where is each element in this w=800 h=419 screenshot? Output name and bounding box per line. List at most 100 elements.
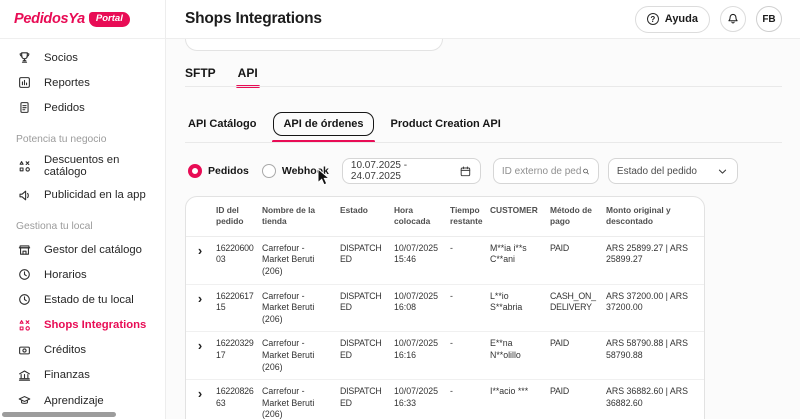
header-spacer [186, 197, 214, 236]
column-header-estado: Estado [338, 197, 392, 236]
sidebar-item-horarios[interactable]: Horarios [0, 262, 165, 287]
sidebar-item-label: Estado de tu local [44, 294, 134, 306]
cell-customer: M**ia i**s C**ani [488, 237, 548, 284]
storefront-icon [16, 242, 32, 258]
sidebar-item-finanzas[interactable]: Finanzas [0, 363, 165, 388]
expand-chevron-icon[interactable]: › [198, 244, 202, 257]
cell-placed: 10/07/2025 16:08 [392, 285, 448, 332]
cell-status: DISPATCHED [338, 285, 392, 332]
cell-customer: I**acio *** [488, 380, 548, 419]
subtabs-divider [185, 142, 782, 143]
help-button-label: Ayuda [665, 13, 698, 25]
sidebar-item-label: Publicidad en la app [44, 189, 146, 201]
cell-payment: PAID [548, 332, 604, 379]
cell-id: 1622061715 [214, 285, 260, 332]
sidebar-item-creditos[interactable]: Créditos [0, 338, 165, 363]
sidebar-item-label: Horarios [44, 269, 87, 281]
sidebar-item-aprendizaje[interactable]: Aprendizaje [0, 388, 165, 413]
app-window: PedidosYa Portal SociosReportesPedidosPo… [0, 0, 800, 419]
date-range-picker[interactable]: 10.07.2025 - 24.07.2025 [342, 158, 481, 184]
search-input[interactable] [502, 166, 582, 177]
graduation-cap-icon [16, 393, 32, 409]
column-header-nombre-de-la-tienda: Nombre de la tienda [260, 197, 338, 236]
sidebar-item-pedidos[interactable]: Pedidos [0, 95, 165, 120]
expand-chevron-icon[interactable]: › [198, 339, 202, 352]
sidebar-section-label: Potencia tu negocio [0, 121, 165, 150]
cell-customer: L**io S**abria [488, 285, 548, 332]
table-row[interactable]: ›1622032917Carrefour - Market Beruti (20… [186, 332, 704, 380]
cell-placed: 10/07/2025 16:33 [392, 380, 448, 419]
sidebar-item-descuentos-en-catalogo[interactable]: Descuentos en catálogo [0, 150, 165, 183]
column-header-metodo-de-pago: Método de pago [548, 197, 604, 236]
cell-store: Carrefour - Market Beruti (206) [260, 285, 338, 332]
expand-cell[interactable]: › [186, 380, 214, 419]
clock-icon [16, 267, 32, 283]
expand-cell[interactable]: › [186, 237, 214, 284]
sidebar-item-label: Aprendizaje [44, 395, 104, 407]
sidebar-item-reportes[interactable]: Reportes [0, 70, 165, 95]
table-row[interactable]: › 1622082663Carrefour - Market Beruti (20… [186, 380, 704, 419]
clock-icon [16, 292, 32, 308]
order-status-select-value: Estado del pedido [617, 166, 697, 177]
sidebar-item-publicidad-en-la-app[interactable]: Publicidad en la app [0, 183, 165, 208]
column-header-hora-colocada: Hora colocada [392, 197, 448, 236]
sidebar-item-label: Socios [44, 52, 78, 64]
cell-status: DISPATCHED [338, 332, 392, 379]
cell-id: 1622032917 [214, 332, 260, 379]
calendar-icon [459, 165, 472, 178]
help-button[interactable]: ? Ayuda [635, 6, 710, 33]
tab-sftp[interactable]: SFTP [185, 66, 216, 87]
sidebar-item-label: Shops Integrations [44, 319, 146, 331]
cell-store: Carrefour - Market Beruti (206) [260, 380, 338, 419]
megaphone-icon [16, 187, 32, 203]
cell-remaining: - [448, 332, 488, 379]
credit-card-icon [16, 342, 32, 358]
subtab-api-catalogo[interactable]: API Catálogo [188, 118, 256, 130]
sidebar-section-label: Gestiona tu local [0, 208, 165, 237]
cell-status: DISPATCHED [338, 380, 392, 419]
radio-group: Pedidos Webhook [188, 164, 342, 178]
cell-amount: ARS 58790.88 | ARS 58790.88 [604, 332, 704, 379]
filters-row: Pedidos Webhook 10.07.2025 - 24.07.2025 E… [188, 156, 782, 186]
order-status-select[interactable]: Estado del pedido [608, 158, 738, 184]
subtab-product-creation-api[interactable]: Product Creation API [391, 118, 501, 130]
sidebar-item-label: Finanzas [44, 369, 90, 381]
sidebar-item-socios[interactable]: Socios [0, 45, 165, 70]
sidebar-item-shops-integrations[interactable]: Shops Integrations [0, 313, 165, 338]
radio-webhook[interactable]: Webhook [262, 164, 329, 178]
cell-id: 1622082663 [214, 380, 260, 419]
expand-cell[interactable]: › [186, 332, 214, 379]
expand-chevron-icon[interactable]: › [198, 292, 202, 305]
cell-amount: ARS 37200.00 | ARS 37200.00 [604, 285, 704, 332]
sidebar-item-estado-de-tu-local[interactable]: Estado de tu local [0, 287, 165, 312]
sidebar-item-gestor-del-catalogo[interactable]: Gestor del catálogo [0, 237, 165, 262]
cell-payment: PAID [548, 380, 604, 419]
expand-cell[interactable]: › [186, 285, 214, 332]
table-row[interactable]: ›1622060003Carrefour - Market Beruti (20… [186, 237, 704, 285]
column-header-monto-original-y-descontado: Monto original y descontado [604, 197, 704, 236]
search-icon[interactable] [582, 165, 590, 178]
subtab-api-de-ordenes[interactable]: API de órdenes [273, 112, 373, 136]
sidebar-item-label: Descuentos en catálogo [44, 154, 149, 178]
topbar: Shops Integrations ? Ayuda FB [166, 0, 800, 39]
brand-portal-badge: Portal [89, 12, 130, 27]
sidebar-item-label: Gestor del catálogo [44, 244, 142, 256]
tab-api[interactable]: API [238, 66, 258, 87]
notifications-button[interactable] [720, 6, 746, 32]
radio-label: Pedidos [208, 165, 249, 177]
table-row[interactable]: › 1622061715Carrefour - Market Beruti (20… [186, 285, 704, 333]
brand-logo[interactable]: PedidosYa Portal [0, 0, 165, 39]
sidebar-nav: Socios ReportesPedidosPotencia tu negocio… [0, 39, 165, 419]
tabs-divider [185, 86, 782, 87]
topbar-actions: ? Ayuda FB [635, 6, 782, 33]
cell-id: 1622060003 [214, 237, 260, 284]
discount-shapes-icon [16, 158, 32, 174]
avatar[interactable]: FB [756, 6, 782, 32]
question-icon: ? [647, 13, 659, 25]
collapsed-info-card [185, 39, 443, 51]
bell-icon [726, 12, 740, 26]
horizontal-scrollbar-thumb[interactable] [2, 412, 116, 417]
orders-table-body: ›1622060003Carrefour - Market Beruti (20… [186, 237, 704, 419]
radio-pedidos[interactable]: Pedidos [188, 164, 249, 178]
expand-chevron-icon[interactable]: › [198, 387, 202, 400]
